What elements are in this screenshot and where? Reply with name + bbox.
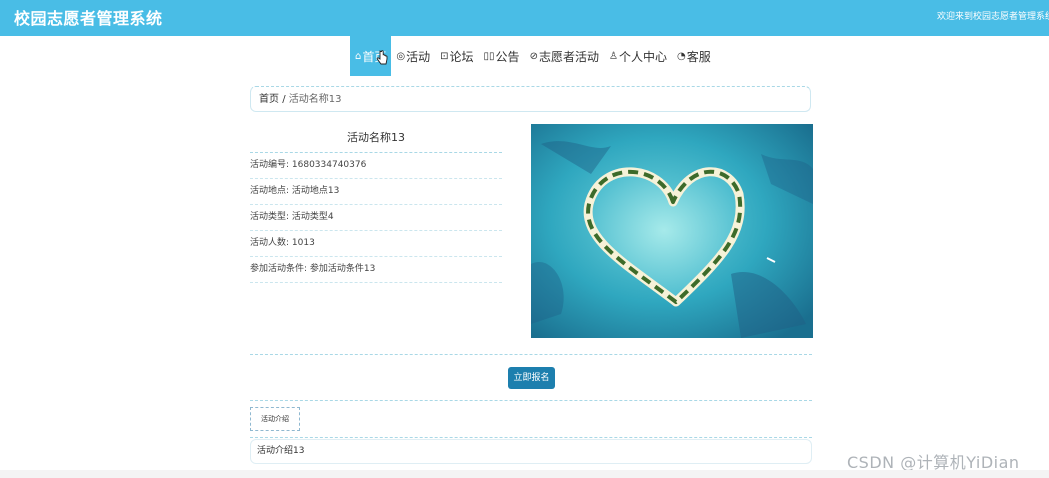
signup-button[interactable]: 立即报名 <box>508 367 555 389</box>
divider <box>250 400 812 401</box>
field-activity-count: 活动人数: 1013 <box>250 231 502 257</box>
welcome-text: 欢迎来到校园志愿者管理系统 <box>937 12 1049 22</box>
nav-item-activity[interactable]: ◎ 活动 <box>391 36 435 76</box>
user-icon: ♙ <box>608 50 618 62</box>
nav-label-volunteer-activity: 志愿者活动 <box>538 49 599 64</box>
page-bottom-strip <box>0 470 1049 478</box>
divider <box>250 437 812 438</box>
nav-label-activity: 活动 <box>406 49 431 64</box>
headset-icon: ◔ <box>676 50 686 62</box>
nav-item-service[interactable]: ◔ 客服 <box>672 36 716 76</box>
breadcrumb-home[interactable]: 首页 <box>259 94 279 105</box>
nav-item-forum[interactable]: ⊡ 论坛 <box>435 36 478 76</box>
field-activity-condition: 参加活动条件: 参加活动条件13 <box>250 257 502 283</box>
tab-activity-intro[interactable]: 活动介绍 <box>250 407 300 431</box>
nav-label-forum: 论坛 <box>449 49 474 64</box>
notice-icon: ▯▯ <box>483 50 495 62</box>
nav-label-profile: 个人中心 <box>618 49 667 64</box>
divider <box>250 354 812 355</box>
app-title: 校园志愿者管理系统 <box>14 9 163 28</box>
hand-cursor-icon <box>376 50 388 65</box>
activity-intro-content: 活动介绍13 <box>250 439 812 464</box>
nav-label-notice: 公告 <box>495 49 520 64</box>
nav-item-volunteer-activity[interactable]: ⊘ 志愿者活动 <box>525 36 604 76</box>
main-nav: ⌂ 首页 ◎ 活动 ⊡ 论坛 ▯▯ 公告 ⊘ 志愿者活动 ♙ 个人中心 ◔ 客服 <box>350 36 716 76</box>
breadcrumb-current: 活动名称13 <box>288 94 342 105</box>
nav-item-notice[interactable]: ▯▯ 公告 <box>479 36 525 76</box>
field-activity-type: 活动类型: 活动类型4 <box>250 205 502 231</box>
nav-label-service: 客服 <box>686 49 711 64</box>
nav-item-profile[interactable]: ♙ 个人中心 <box>604 36 672 76</box>
activity-detail: 活动名称13 活动编号: 1680334740376 活动地点: 活动地点13 … <box>250 124 502 283</box>
home-icon: ⌂ <box>355 50 362 62</box>
field-activity-location: 活动地点: 活动地点13 <box>250 179 502 205</box>
breadcrumb: 首页 / 活动名称13 <box>250 86 811 112</box>
activity-image <box>531 124 813 338</box>
field-activity-id: 活动编号: 1680334740376 <box>250 153 502 179</box>
target-icon: ◎ <box>396 50 406 62</box>
forum-icon: ⊡ <box>440 50 449 62</box>
top-header: 校园志愿者管理系统 欢迎来到校园志愿者管理系统 <box>0 0 1049 36</box>
breadcrumb-separator: / <box>282 94 286 105</box>
link-icon: ⊘ <box>529 50 538 62</box>
activity-title: 活动名称13 <box>250 124 502 153</box>
